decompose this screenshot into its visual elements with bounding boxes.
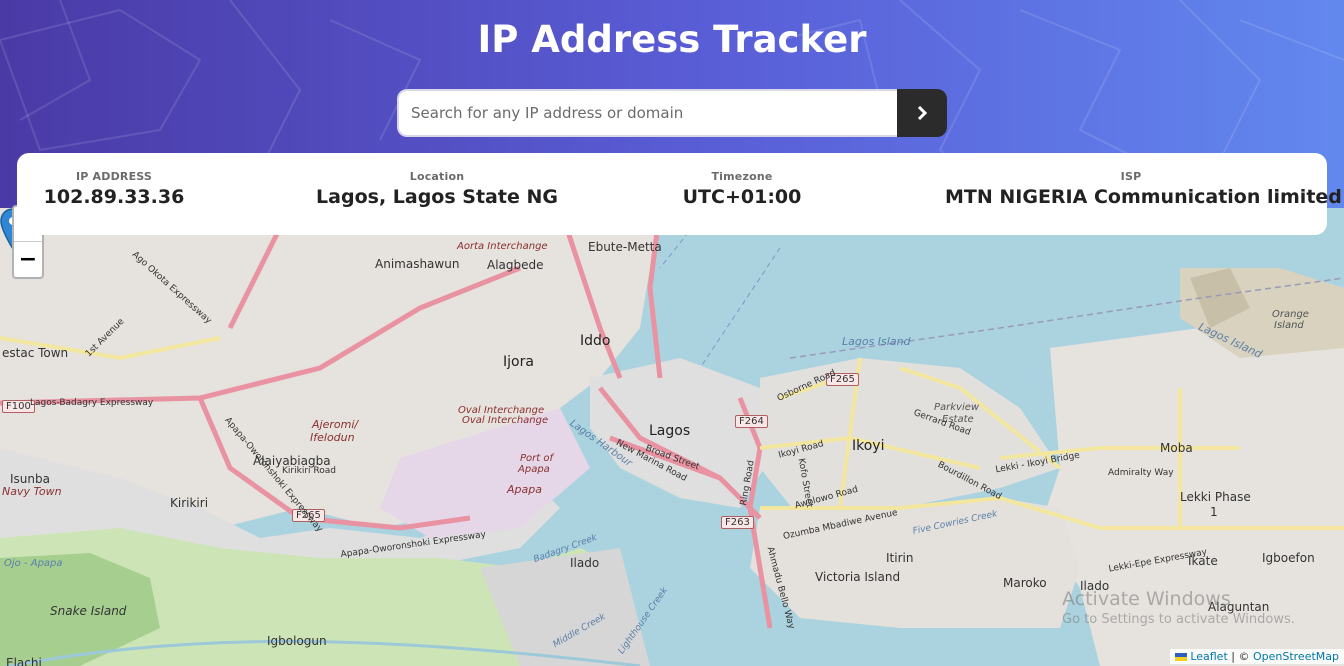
map-label-orange: Orange [1272, 309, 1309, 320]
ip-address-value: 102.89.33.36 [43, 186, 185, 208]
map-attribution: Leaflet | © OpenStreetMap [1169, 649, 1344, 664]
osm-link[interactable]: OpenStreetMap [1253, 650, 1339, 663]
shield-f263: F263 [721, 516, 754, 529]
search-bar [397, 89, 947, 137]
location-block: Location Lagos, Lagos State NG [312, 170, 562, 208]
isp-value: MTN NIGERIA Communication limited [945, 186, 1342, 208]
zoom-out-button[interactable]: − [14, 242, 42, 277]
map-label-isunba: Isunba [10, 472, 50, 486]
ip-address-block: IP ADDRESS 102.89.33.36 [33, 170, 195, 208]
timezone-value: UTC+01:00 [682, 186, 802, 208]
leaflet-link[interactable]: Leaflet [1190, 650, 1227, 663]
watermark-line-1: Activate Windows [1062, 588, 1231, 610]
map-label-kirikiri: Kirikiri [170, 496, 209, 510]
map-label-ojo-apapa: Ojo - Apapa [4, 558, 63, 569]
ip-tracker-app: IP Address Tracker IP ADDRESS 102.89.33.… [0, 0, 1344, 666]
map-label-oval-2: Oval Interchange [462, 415, 549, 426]
map-label-ijora: Ijora [503, 354, 534, 370]
isp-block: ISP MTN NIGERIA Communication limited [945, 170, 1342, 208]
shield-f264: F264 [735, 415, 768, 428]
location-label: Location [409, 170, 465, 183]
map-label-itirin: Itirin [886, 551, 914, 565]
map-label-aorta: Aorta Interchange [457, 241, 548, 252]
map-label-lekki-1: 1 [1210, 505, 1218, 519]
map-label-maroko: Maroko [1003, 576, 1047, 590]
map-label-ifelodun: Ifelodun [310, 431, 355, 444]
windows-watermark: Activate Windows Go to Settings to activ… [1062, 588, 1295, 627]
map-label-ajeromi: Ajeromi/ [312, 418, 359, 431]
map-label-igboefon: Igboefon [1262, 551, 1315, 565]
isp-label: ISP [1120, 170, 1142, 183]
map-label-lekki: Lekki Phase [1180, 490, 1251, 504]
map-label-kirikiri-road: Kirikiri Road [282, 466, 336, 476]
road-label-badagry: Lagos-Badagry Expressway [30, 398, 154, 408]
timezone-block: Timezone UTC+01:00 [677, 170, 807, 208]
map-label-animashawun: Animashawun [375, 257, 460, 271]
map-label-parkview: Parkview [934, 402, 980, 413]
map-label-estac-town: estac Town [2, 346, 69, 360]
ip-address-label: IP ADDRESS [75, 170, 153, 183]
map-label-igbologun: Igbologun [267, 634, 327, 648]
map-label-navy-town: Navy Town [2, 485, 62, 498]
timezone-label: Timezone [711, 170, 773, 183]
map-label-lagos: Lagos [649, 423, 691, 439]
info-panel: IP ADDRESS 102.89.33.36 Location Lagos, … [17, 153, 1342, 235]
map-label-ilado: Ilado [570, 556, 600, 570]
map-label-snake-island: Snake Island [50, 604, 127, 618]
map-label-apapa: Apapa [507, 483, 542, 496]
map-label-ikoyi: Ikoyi [852, 438, 885, 454]
map-label-moba: Moba [1160, 441, 1193, 455]
watermark-line-2: Go to Settings to activate Windows. [1062, 612, 1295, 627]
search-button[interactable] [897, 89, 947, 137]
search-input[interactable] [397, 89, 897, 137]
map-label-elachi: Elachi [6, 656, 42, 666]
map-label-port-of: Port of [520, 453, 553, 464]
location-value: Lagos, Lagos State NG [316, 186, 558, 208]
page-title: IP Address Tracker [477, 18, 867, 61]
map-label-port-apapa: Apapa [518, 464, 550, 475]
map-label-alagbede: Alagbede [487, 258, 544, 272]
map-label-orange-island: Island [1274, 320, 1304, 331]
map-label-victoria-island: Victoria Island [815, 570, 901, 584]
map-label-iddo: Iddo [580, 333, 611, 349]
flag-icon [1174, 653, 1187, 661]
map-label-ebute-metta: Ebute-Metta [588, 240, 662, 254]
road-label-admiralty: Admiralty Way [1108, 468, 1174, 478]
chevron-right-icon [917, 106, 928, 120]
attribution-separator: | © [1227, 650, 1253, 663]
map-label-lagos-island: Lagos Island [842, 335, 911, 348]
